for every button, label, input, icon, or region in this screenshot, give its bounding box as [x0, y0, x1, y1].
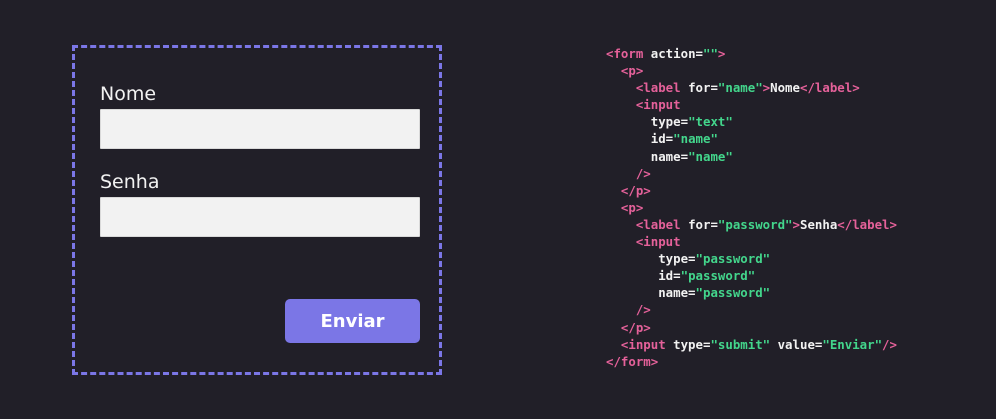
code-token: </label> — [799, 80, 860, 96]
code-token: "" — [702, 46, 718, 61]
code-line: <input — [606, 233, 897, 250]
code-token: "password" — [680, 268, 756, 284]
password-input[interactable] — [100, 197, 420, 237]
code-token: <label — [635, 80, 689, 96]
code-token: "name" — [673, 131, 718, 147]
code-token: Senha — [799, 216, 838, 232]
code-token: </label> — [837, 216, 897, 232]
code-token: Nome — [770, 80, 800, 96]
code-line: <input type="submit" value="Enviar"/> — [606, 336, 897, 353]
code-line: <form action=""> — [606, 45, 897, 62]
code-line: </p> — [606, 319, 897, 336]
code-token: name= — [650, 148, 689, 164]
code-line: name="name" — [606, 148, 897, 165]
code-token: <p> — [620, 63, 644, 79]
code-token: <label — [635, 216, 689, 232]
code-token: "password" — [695, 285, 771, 301]
code-token: id= — [650, 131, 674, 147]
code-line: <p> — [606, 199, 897, 216]
code-token: type= — [673, 336, 711, 352]
code-token: for= — [688, 80, 718, 96]
code-line: id="name" — [606, 130, 897, 147]
code-token: "password" — [695, 251, 771, 267]
code-line: name="password" — [606, 284, 897, 301]
form-preview-frame: Nome Senha Enviar — [72, 45, 442, 375]
code-line: </form> — [606, 353, 897, 370]
code-listing: <form action=""> <p> <label for="name">N… — [606, 45, 897, 370]
code-token: "name" — [717, 80, 763, 96]
code-token: <input — [620, 336, 674, 352]
code-token: type= — [650, 114, 689, 130]
code-token: </p> — [620, 319, 651, 335]
code-token: /> — [635, 165, 651, 181]
code-token: > — [717, 46, 726, 61]
code-token: <input — [635, 234, 681, 250]
code-token: "submit" — [710, 336, 771, 352]
code-line: </p> — [606, 182, 897, 199]
code-token: /> — [882, 336, 897, 352]
code-token: > — [792, 216, 800, 232]
code-line: type="password" — [606, 250, 897, 267]
code-line: /> — [606, 165, 897, 182]
code-token: /> — [635, 302, 651, 318]
name-input[interactable] — [100, 109, 420, 149]
code-token: value= — [770, 336, 823, 352]
code-line: id="password" — [606, 267, 897, 284]
code-token: name= — [658, 285, 696, 301]
code-token: for= — [688, 216, 718, 232]
code-token: </p> — [620, 182, 651, 198]
code-token: "text" — [688, 114, 733, 130]
code-line: <p> — [606, 62, 897, 79]
name-label: Nome — [100, 83, 157, 105]
code-line: /> — [606, 301, 897, 318]
code-token: id= — [658, 268, 681, 284]
password-label: Senha — [100, 171, 160, 193]
code-token: action= — [650, 46, 703, 61]
code-token: "password" — [717, 216, 793, 232]
code-line: type="text" — [606, 113, 897, 130]
code-line: <input — [606, 96, 897, 113]
code-token: <p> — [620, 199, 644, 215]
code-token: "Enviar" — [822, 336, 883, 352]
code-token: <form — [606, 46, 651, 61]
code-token: </form> — [606, 353, 659, 369]
submit-button[interactable]: Enviar — [285, 299, 420, 343]
code-token: type= — [658, 251, 696, 267]
code-token: <input — [635, 97, 681, 113]
code-line: <label for="name">Nome</label> — [606, 79, 897, 96]
code-line: <label for="password">Senha</label> — [606, 216, 897, 233]
code-token: "name" — [688, 148, 733, 164]
